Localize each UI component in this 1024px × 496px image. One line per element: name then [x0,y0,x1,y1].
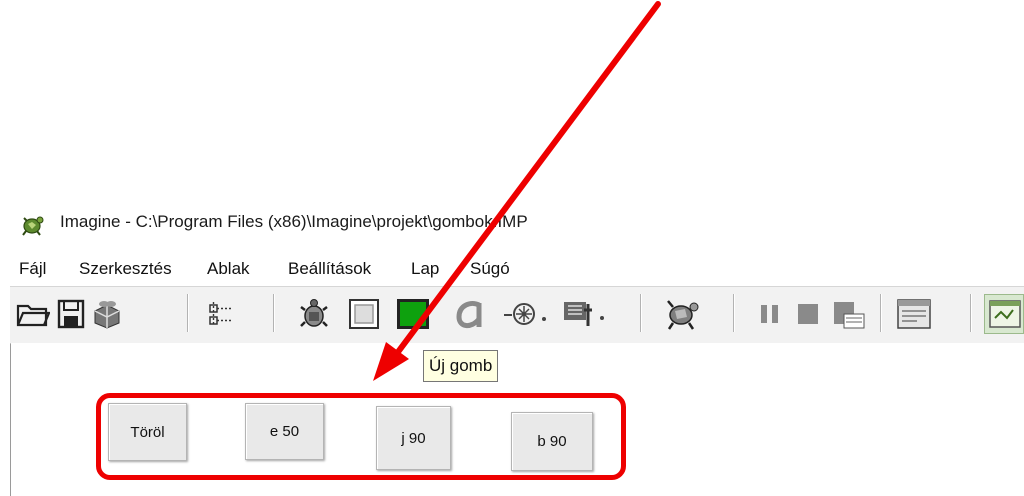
pointer-arrow [373,1,661,381]
